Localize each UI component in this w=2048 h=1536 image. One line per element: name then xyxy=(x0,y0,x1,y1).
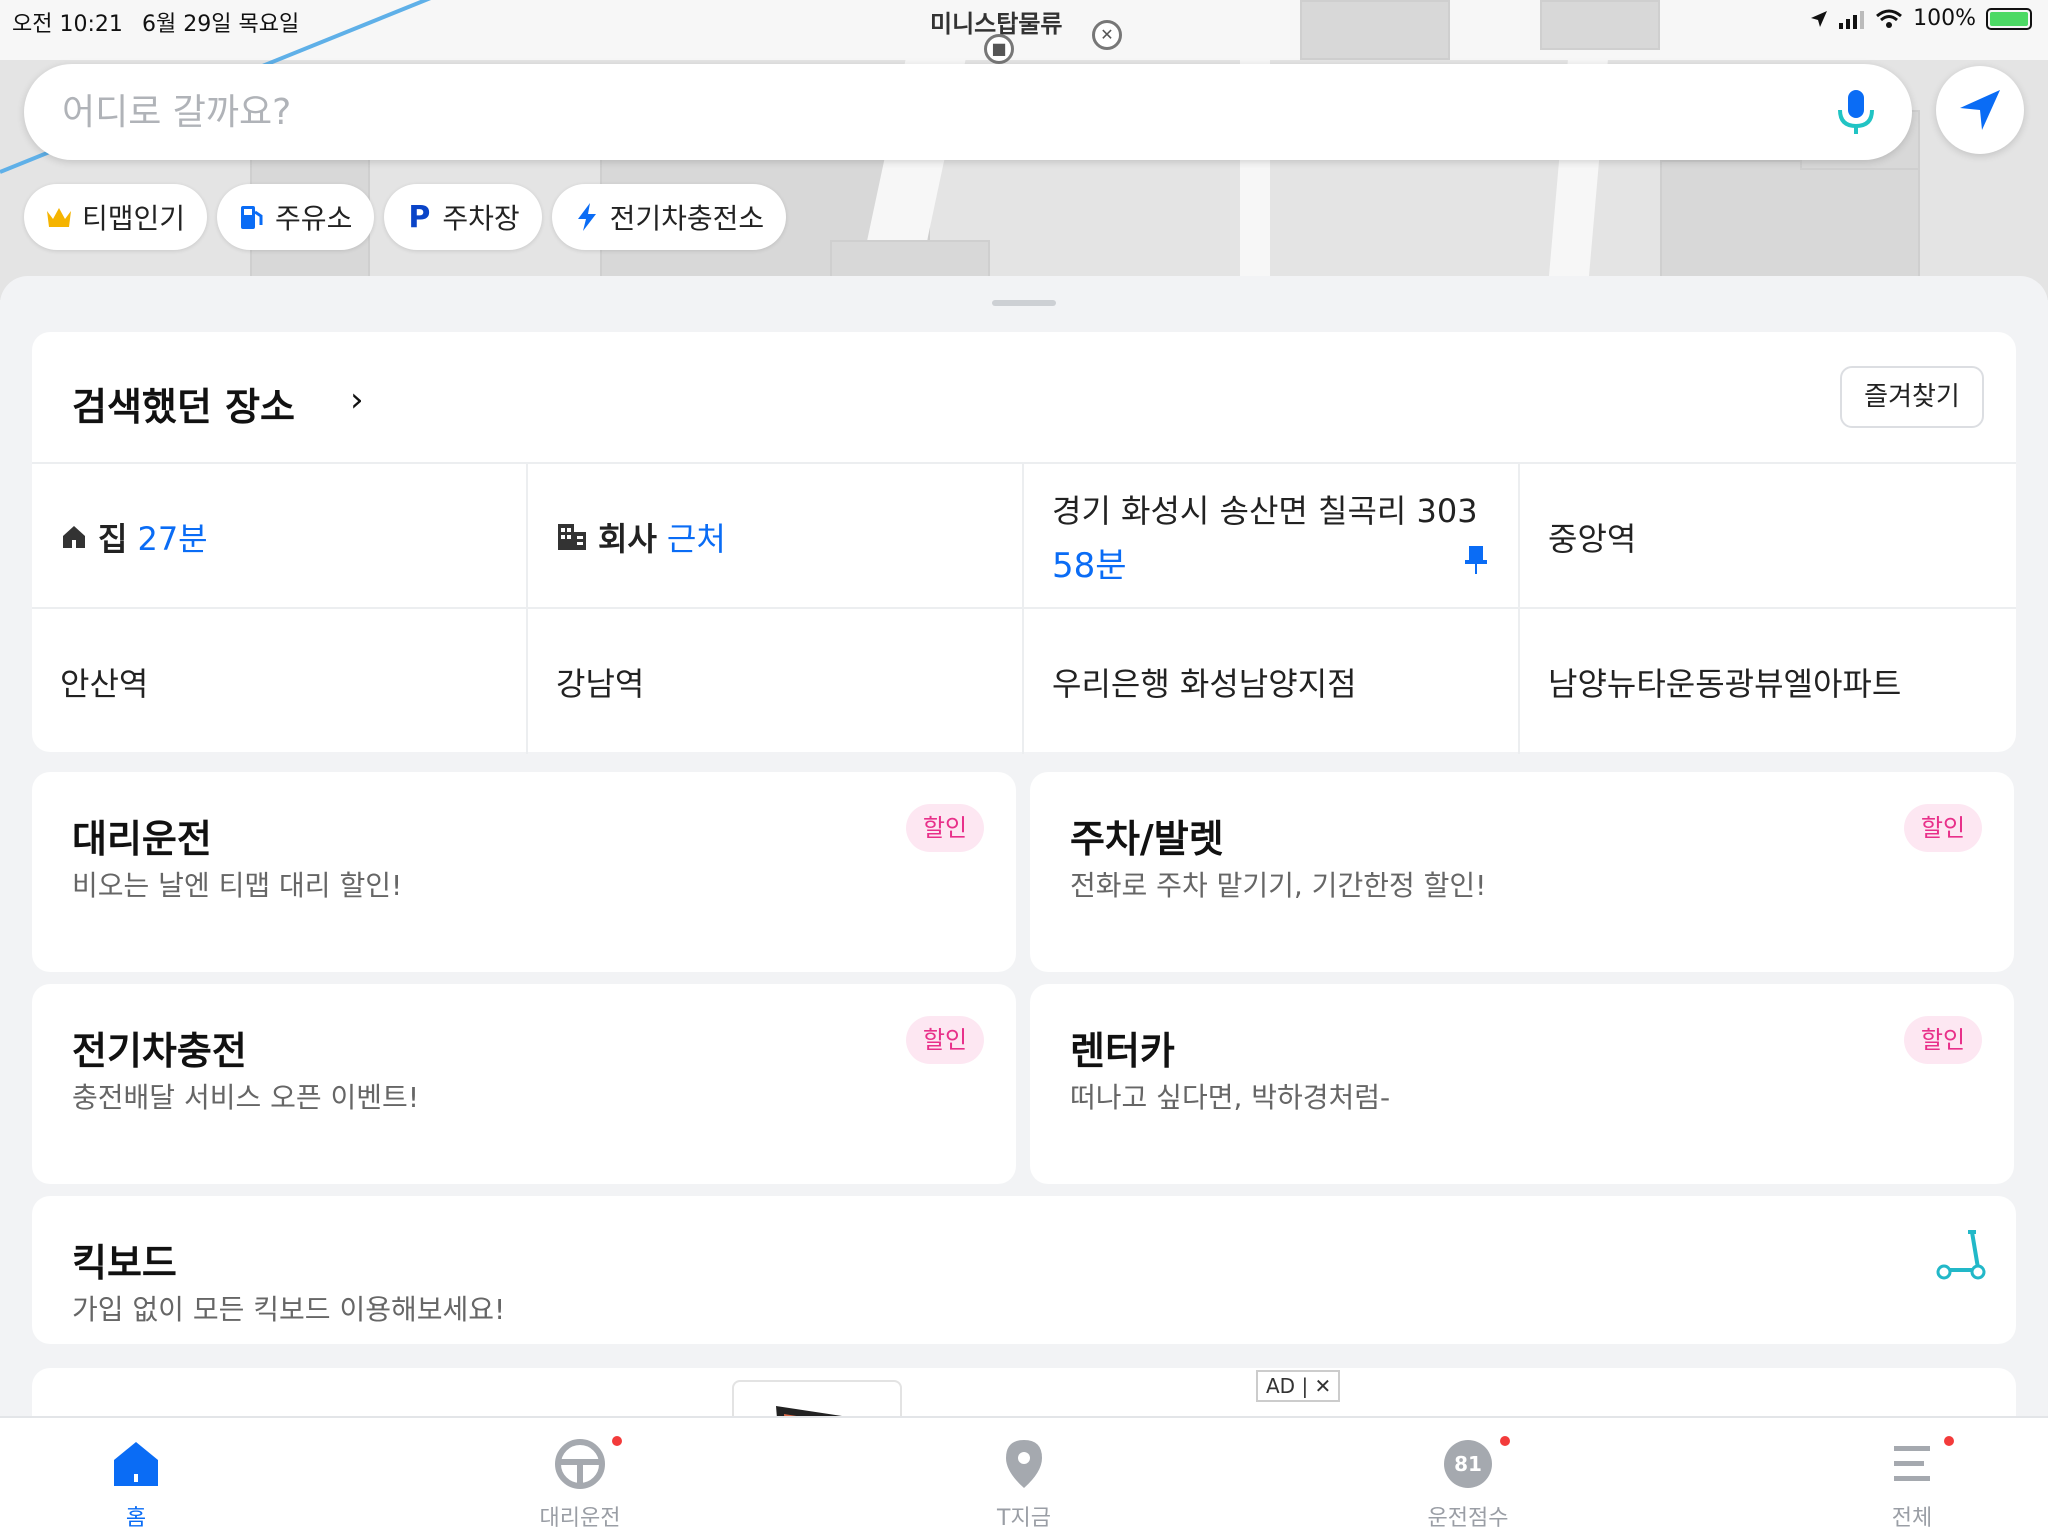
tab-home[interactable]: 홈 xyxy=(66,1436,206,1532)
chevron-right-icon[interactable]: › xyxy=(350,380,364,420)
navigation-arrow-icon xyxy=(1960,90,2000,130)
wifi-icon xyxy=(1876,9,1903,28)
kickboard-icon xyxy=(1936,1230,1986,1280)
chip-label: 주유소 xyxy=(275,202,353,235)
chip-parking[interactable]: P 주차장 xyxy=(384,184,542,250)
tab-label: 전체 xyxy=(1891,1506,1933,1531)
discount-badge: 할인 xyxy=(1904,804,1982,852)
chip-tmap-popular[interactable]: 티맵인기 xyxy=(24,184,208,250)
service-subtitle: 전화로 주차 맡기기, 기간한정 할인! xyxy=(1070,869,1487,902)
bottom-sheet: 검색했던 장소 › 즐겨찾기 집 27분 회사 근처 경기 화성시 송산면 칠곡… xyxy=(0,276,2048,1488)
recent-place-item[interactable]: 경기 화성시 송산면 칠곡리 303 58분 xyxy=(1024,464,1520,609)
navigate-button[interactable] xyxy=(1936,66,2024,154)
recent-places-grid: 집 27분 회사 근처 경기 화성시 송산면 칠곡리 303 58분 중앙역 안… xyxy=(32,462,2016,754)
gas-pump-icon xyxy=(241,206,263,229)
chip-label: 전기차충전소 xyxy=(609,202,765,235)
home-eta: 27분 xyxy=(137,520,208,558)
recent-home[interactable]: 집 27분 xyxy=(32,464,528,609)
tab-label: 대리운전 xyxy=(539,1506,621,1531)
recent-place-item[interactable]: 남양뉴타운동광뷰엘아파트 xyxy=(1520,609,2016,754)
chip-gas-station[interactable]: 주유소 xyxy=(217,184,375,250)
home-icon xyxy=(114,1442,158,1486)
discount-badge: 할인 xyxy=(906,804,984,852)
favorites-button[interactable]: 즐겨찾기 xyxy=(1840,366,1984,428)
service-card-designated-driver[interactable]: 대리운전 비오는 날엔 티맵 대리 할인! 할인 xyxy=(32,772,1016,972)
recent-place-item[interactable]: 강남역 xyxy=(528,609,1024,754)
notification-dot xyxy=(612,1436,622,1446)
work-label: 회사 xyxy=(598,520,657,558)
menu-icon xyxy=(1894,1446,1930,1481)
home-icon xyxy=(63,526,85,548)
chip-label: 주차장 xyxy=(442,202,520,235)
discount-badge: 할인 xyxy=(906,1016,984,1064)
place-name: 강남역 xyxy=(556,665,645,703)
service-title: 대리운전 xyxy=(72,817,212,861)
recent-place-item[interactable]: 우리은행 화성남양지점 xyxy=(1024,609,1520,754)
microphone-icon[interactable] xyxy=(1828,84,1884,140)
recent-places-card: 검색했던 장소 › 즐겨찾기 집 27분 회사 근처 경기 화성시 송산면 칠곡… xyxy=(32,332,2016,754)
kickboard-card[interactable]: 킥보드 가입 없이 모든 킥보드 이용해보세요! xyxy=(32,1196,2016,1344)
tab-driving-score[interactable]: 81 운전점수 xyxy=(1398,1436,1538,1532)
battery-icon xyxy=(1986,7,2032,30)
place-name: 경기 화성시 송산면 칠곡리 303 xyxy=(1052,492,1478,530)
place-name: 우리은행 화성남양지점 xyxy=(1052,665,1357,703)
recent-work[interactable]: 회사 근처 xyxy=(528,464,1024,609)
service-subtitle: 떠나고 싶다면, 박하경처럼- xyxy=(1070,1081,1391,1114)
category-chips: 티맵인기 주유소 P 주차장 전기차충전소 xyxy=(24,184,787,250)
place-name: 중앙역 xyxy=(1548,520,1637,558)
service-card-ev-charging[interactable]: 전기차충전 충전배달 서비스 오픈 이벤트! 할인 xyxy=(32,984,1016,1184)
building-icon xyxy=(558,524,586,550)
kickboard-subtitle: 가입 없이 모든 킥보드 이용해보세요! xyxy=(72,1293,506,1326)
service-title: 렌터카 xyxy=(1070,1029,1175,1073)
place-name: 안산역 xyxy=(60,665,149,703)
steering-wheel-icon xyxy=(555,1439,605,1489)
driving-score-value: 81 xyxy=(1454,1452,1482,1476)
service-card-parking-valet[interactable]: 주차/발렛 전화로 주차 맡기기, 기간한정 할인! 할인 xyxy=(1030,772,2014,972)
search-input[interactable] xyxy=(62,84,1762,140)
status-date: 6월 29일 목요일 xyxy=(142,12,300,37)
bottom-tab-bar: 홈 대리운전 T지금 81 운전점수 전체 xyxy=(0,1416,2048,1536)
service-title: 전기차충전 xyxy=(72,1029,247,1073)
sheet-handle[interactable] xyxy=(992,300,1056,306)
tab-label: 홈 xyxy=(125,1506,147,1531)
search-bar[interactable] xyxy=(24,64,1912,160)
ad-tag[interactable]: AD | ✕ xyxy=(1256,1370,1340,1402)
tab-designated-driver[interactable]: 대리운전 xyxy=(510,1436,650,1532)
ad-tag-label: AD xyxy=(1266,1374,1296,1398)
parking-icon: P xyxy=(408,199,431,235)
tab-label: 운전점수 xyxy=(1427,1506,1509,1531)
service-subtitle: 비오는 날엔 티맵 대리 할인! xyxy=(72,869,403,902)
battery-percent: 100% xyxy=(1913,6,1976,31)
pin-icon[interactable] xyxy=(1464,544,1488,576)
notification-dot xyxy=(1500,1436,1510,1446)
location-pin-icon xyxy=(1006,1440,1042,1488)
signal-icon xyxy=(1839,10,1865,29)
service-card-rent-a-car[interactable]: 렌터카 떠나고 싶다면, 박하경처럼- 할인 xyxy=(1030,984,2014,1184)
lightning-icon xyxy=(577,203,596,231)
chip-ev-charging[interactable]: 전기차충전소 xyxy=(551,184,787,250)
tab-t-now[interactable]: T지금 xyxy=(954,1436,1094,1532)
tab-all[interactable]: 전체 xyxy=(1842,1436,1982,1532)
place-eta: 58분 xyxy=(1052,546,1127,586)
recent-places-title[interactable]: 검색했던 장소 xyxy=(72,376,295,431)
location-arrow-icon xyxy=(1811,10,1828,27)
status-time: 오전 10:21 xyxy=(12,12,123,37)
home-label: 집 xyxy=(98,520,128,558)
service-subtitle: 충전배달 서비스 오픈 이벤트! xyxy=(72,1081,420,1114)
notification-dot xyxy=(1944,1436,1954,1446)
tab-label: T지금 xyxy=(997,1506,1051,1531)
crown-icon xyxy=(47,208,71,227)
recent-place-item[interactable]: 중앙역 xyxy=(1520,464,2016,609)
close-icon[interactable]: ✕ xyxy=(1315,1374,1332,1398)
status-bar: 오전 10:21 6월 29일 목요일 100% xyxy=(0,0,2048,40)
kickboard-title: 킥보드 xyxy=(72,1241,177,1285)
chip-label: 티맵인기 xyxy=(82,202,186,235)
discount-badge: 할인 xyxy=(1904,1016,1982,1064)
place-name: 남양뉴타운동광뷰엘아파트 xyxy=(1548,665,1902,703)
work-status: 근처 xyxy=(666,520,726,558)
recent-place-item[interactable]: 안산역 xyxy=(32,609,528,754)
service-title: 주차/발렛 xyxy=(1070,817,1224,861)
